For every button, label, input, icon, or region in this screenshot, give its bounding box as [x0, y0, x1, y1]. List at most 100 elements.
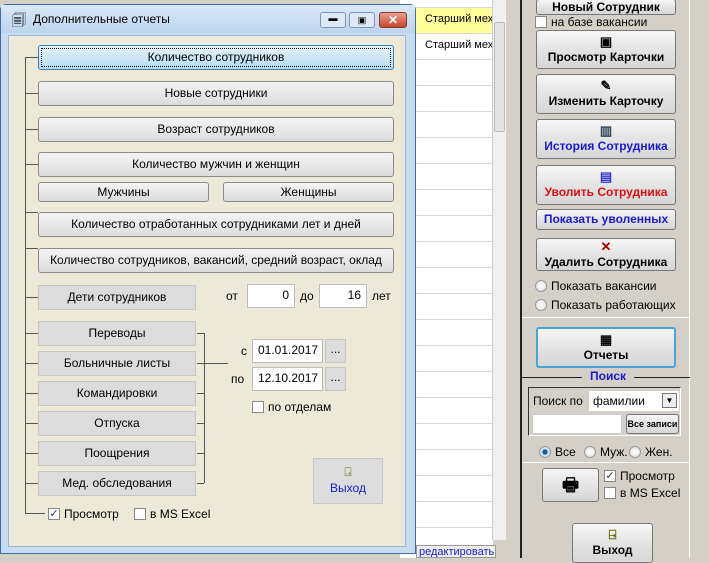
medical-button[interactable]: Мед. обследования [38, 471, 196, 496]
button-label: История Сотрудника [544, 139, 668, 153]
radio-label: Муж. [600, 445, 628, 459]
gender-count-button[interactable]: Количество мужчин и женщин [38, 152, 394, 177]
employee-age-button[interactable]: Возраст сотрудников [38, 117, 394, 142]
checkbox-box: ✓ [604, 470, 616, 482]
print-button[interactable]: 🖶 [542, 468, 599, 502]
years-worked-button[interactable]: Количество отработанных сотрудниками лет… [38, 212, 394, 237]
vacations-button[interactable]: Отпуска [38, 411, 196, 436]
employee-count-button[interactable]: Количество сотрудников [38, 45, 394, 70]
reports-icon: 🗐 [12, 12, 26, 28]
edit-link[interactable]: редактировать [416, 545, 496, 558]
by-department-checkbox[interactable]: по отделам [252, 400, 331, 414]
view-card-button[interactable]: ▣ Просмотр Карточки [536, 30, 676, 69]
gender-male-radio[interactable]: Муж. [584, 445, 628, 459]
excel-checkbox[interactable]: в MS Excel [134, 507, 210, 521]
date-to-input[interactable]: 12.10.2017 [252, 367, 323, 391]
divider [522, 462, 690, 463]
cell: Старший мех [425, 13, 493, 25]
dismiss-button[interactable]: ▤ Уволить Сотрудника [536, 165, 676, 205]
date-from-input[interactable]: 01.01.2017 [252, 339, 323, 363]
delete-button[interactable]: ✕ Удалить Сотрудника [536, 238, 676, 271]
women-button[interactable]: Женщины [223, 182, 394, 202]
select-value: фамилии [593, 394, 645, 408]
date-to-label: по [231, 372, 245, 386]
gender-female-radio[interactable]: Жен. [629, 445, 673, 459]
new-employees-button[interactable]: Новые сотрудники [38, 81, 394, 106]
bracket-line [204, 333, 205, 483]
table-icon: ▦ [599, 332, 613, 347]
search-input[interactable] [532, 414, 622, 434]
button-label: Уволить Сотрудника [544, 185, 668, 199]
right-panel: Новый Сотрудник на базе вакансии ▣ Просмо… [520, 0, 690, 563]
age-unit-label: лет [372, 289, 391, 303]
button-label: Изменить Карточку [548, 94, 664, 108]
radio-circle [539, 446, 551, 458]
search-box: Поиск по фамилии ▼ Все записи [528, 387, 681, 436]
checkbox-box [252, 401, 264, 413]
books-icon: ▥ [599, 123, 613, 138]
children-button[interactable]: Дети сотрудников [38, 285, 196, 310]
show-dismissed-button[interactable]: Показать уволенных [536, 209, 676, 230]
men-button[interactable]: Мужчины [38, 182, 209, 202]
sick-leave-button[interactable]: Больничные листы [38, 351, 196, 376]
card-icon: ▣ [599, 34, 613, 49]
checkbox-label: в MS Excel [150, 507, 211, 521]
search-by-select[interactable]: фамилии ▼ [589, 391, 679, 411]
checkbox-label: на базе вакансии [551, 15, 648, 29]
search-by-label: Поиск по [533, 394, 583, 408]
new-employee-button[interactable]: Новый Сотрудник [536, 0, 676, 15]
all-records-button[interactable]: Все записи [626, 414, 679, 434]
edit-card-icon: ✎ [600, 78, 612, 93]
checkbox-box [535, 16, 547, 28]
transfers-button[interactable]: Переводы [38, 321, 196, 346]
vacancy-checkbox[interactable]: на базе вакансии [535, 15, 647, 29]
reports-button[interactable]: ▦ Отчеты [536, 327, 676, 368]
dialog-title: Дополнительные отчеты [33, 12, 170, 26]
radio-circle [629, 446, 641, 458]
preview-checkbox[interactable]: ✓ Просмотр [48, 507, 119, 521]
dialog-body: Количество сотрудников Новые сотрудники … [8, 35, 406, 547]
gender-all-radio[interactable]: Все [539, 445, 576, 459]
radio-circle [535, 299, 547, 311]
close-icon[interactable]: ✕ [379, 12, 407, 28]
radio-label: Жен. [645, 445, 673, 459]
button-label: Выход [592, 543, 633, 557]
age-from-input[interactable]: 0 [247, 284, 295, 308]
chevron-down-icon[interactable]: ▼ [662, 393, 677, 408]
age-to-input[interactable]: 16 [319, 284, 367, 308]
checkbox-box [134, 508, 146, 520]
excel-checkbox[interactable]: в MS Excel [604, 486, 680, 500]
date-to-picker-button[interactable]: ... [325, 367, 346, 391]
search-legend: Поиск [582, 369, 635, 383]
button-label: Выход [330, 481, 366, 495]
date-from-picker-button[interactable]: ... [325, 339, 346, 363]
main-exit-button[interactable]: ⍈ Выход [572, 523, 653, 563]
history-button[interactable]: ▥ История Сотрудника [536, 119, 676, 159]
radio-label: Все [555, 445, 576, 459]
checkbox-box: ✓ [48, 508, 60, 520]
exit-button[interactable]: ⍈ Выход [313, 458, 383, 504]
delete-x-icon: ✕ [600, 239, 612, 254]
checkbox-label: Просмотр [64, 507, 119, 521]
title-bar[interactable]: 🗐 Дополнительные отчеты ▬ ▣ ✕ [1, 5, 415, 33]
show-working-radio[interactable]: Показать работающих [535, 298, 676, 312]
printer-icon: 🖶 [562, 475, 579, 495]
age-from-label: от [226, 289, 238, 303]
cell: Старший мех [425, 39, 493, 51]
button-label: Просмотр Карточки [547, 50, 665, 64]
show-vacancies-radio[interactable]: Показать вакансии [535, 279, 656, 293]
scrollbar-thumb[interactable] [494, 22, 505, 132]
edit-card-button[interactable]: ✎ Изменить Карточку [536, 74, 676, 114]
minimize-icon[interactable]: ▬ [320, 12, 346, 28]
tree-line [25, 57, 26, 513]
summary-button[interactable]: Количество сотрудников, вакансий, средни… [38, 248, 394, 273]
radio-label: Показать работающих [551, 298, 676, 312]
business-trips-button[interactable]: Командировки [38, 381, 196, 406]
button-label: Отчеты [583, 348, 629, 362]
rewards-button[interactable]: Поощрения [38, 441, 196, 466]
preview-checkbox[interactable]: ✓ Просмотр [604, 469, 675, 483]
checkbox-box [604, 487, 616, 499]
exit-door-icon: ⍈ [608, 527, 617, 542]
maximize-icon[interactable]: ▣ [349, 12, 375, 28]
reports-dialog: 🗐 Дополнительные отчеты ▬ ▣ ✕ Количество… [0, 4, 416, 554]
